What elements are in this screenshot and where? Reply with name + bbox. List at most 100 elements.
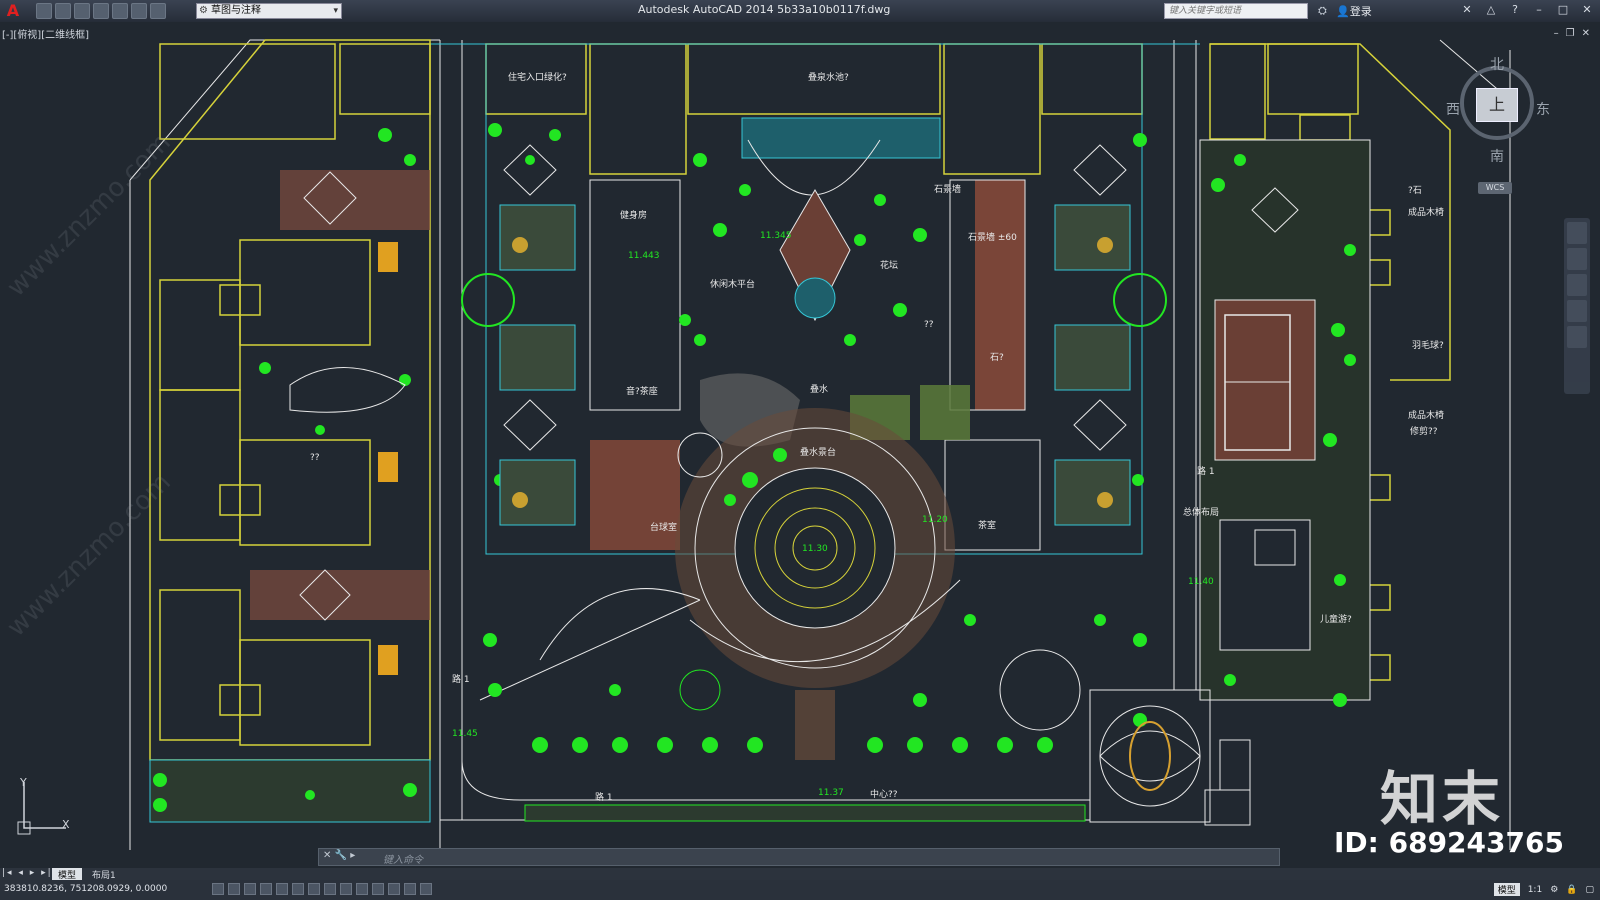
playground [1219, 519, 1311, 651]
selection-cycling-icon[interactable] [420, 883, 432, 895]
a360-icon[interactable]: △ [1484, 3, 1498, 16]
left-lawn [149, 759, 431, 823]
command-line[interactable]: ✕ 🔧 ▸ 键入命令 [318, 848, 1280, 866]
drawing-minimize-button[interactable]: – [1554, 28, 1559, 39]
label-l16: 茶室 [978, 519, 996, 531]
orbit-icon[interactable] [1567, 300, 1587, 322]
viewcube[interactable]: 上 北 南 西 东 [1446, 54, 1550, 165]
exchange-icon[interactable]: ✕ [1460, 3, 1474, 16]
label-l7: 石景墙 ±60 [968, 231, 1017, 243]
label-l17: 11.20 [922, 515, 948, 525]
viewport-label[interactable]: [-][俯视][二维线框] [2, 26, 89, 41]
grid-icon[interactable] [244, 883, 256, 895]
badminton-court-paving [1214, 299, 1316, 461]
south-hedge [524, 804, 1086, 822]
search-input[interactable]: 键入关键字或短语 [1164, 3, 1308, 19]
transparency-icon[interactable] [388, 883, 400, 895]
chevron-down-icon: ▾ [333, 6, 338, 16]
maximize-button[interactable]: □ [1556, 3, 1570, 16]
workspace-select[interactable]: ⚙ 草图与注释 ▾ [196, 3, 342, 19]
status-right: 模型 1:1 ⚙ 🔒 ▢ [1493, 883, 1594, 896]
label-l19: 11.40 [1188, 577, 1214, 587]
gear-icon: ⚙ [199, 5, 208, 16]
minimize-button[interactable]: – [1532, 3, 1546, 16]
water-feature [741, 117, 941, 159]
drawing-restore-button[interactable]: ❐ [1566, 28, 1575, 39]
snap-icon[interactable] [228, 883, 240, 895]
compass-south[interactable]: 南 [1490, 146, 1504, 166]
viewcube-top-face[interactable]: 上 [1476, 88, 1518, 122]
lineweight-icon[interactable] [372, 883, 384, 895]
label-l11: 音?茶座 [626, 385, 658, 397]
wcs-menu[interactable]: WCS [1478, 182, 1512, 194]
label-l9: 休闲木平台 [710, 278, 755, 290]
label-l24: ?石 [1408, 186, 1422, 196]
ucs-y-label: Y [19, 776, 27, 789]
undo-icon[interactable] [131, 3, 147, 19]
billiard-room [590, 440, 680, 550]
redo-icon[interactable] [150, 3, 166, 19]
label-l13: 叠水 [810, 383, 828, 395]
command-line-buttons[interactable]: ✕ 🔧 ▸ [323, 850, 355, 861]
ducs-icon[interactable] [340, 883, 352, 895]
label-l3: 健身房 [620, 209, 647, 221]
annotation-scale[interactable]: 1:1 [1528, 885, 1542, 895]
tab-nav-arrows[interactable]: |◂ ◂ ▸ ▸| [2, 868, 53, 878]
drawing-close-button[interactable]: ✕ [1582, 28, 1590, 39]
open-icon[interactable] [55, 3, 71, 19]
label-l18: 路 1 [1197, 465, 1215, 477]
steering-wheel-icon[interactable] [1567, 222, 1587, 244]
save-as-icon[interactable] [93, 3, 109, 19]
south-path [795, 690, 835, 760]
layout-tabs: |◂ ◂ ▸ ▸| 模型 布局1 [0, 868, 1600, 881]
label-l21: 11.45 [452, 729, 478, 739]
command-input[interactable]: 键入命令 [383, 851, 423, 866]
label-l22: 11.37 [818, 788, 844, 798]
3dosnap-icon[interactable] [308, 883, 320, 895]
close-button[interactable]: ✕ [1580, 3, 1594, 16]
cursor-coordinates: 383810.8236, 751208.0929, 0.0000 [4, 884, 168, 894]
drawing-window-controls: – ❐ ✕ [1554, 28, 1590, 39]
binoculars-icon[interactable]: ⛭ [1318, 4, 1327, 18]
osnap-icon[interactable] [292, 883, 304, 895]
title-bar: A ⚙ 草图与注释 ▾ Autodesk AutoCAD 2014 5b33a1… [0, 0, 1600, 22]
label-l25: 成品木椅 [1408, 206, 1444, 218]
label-l26: 羽毛球? [1412, 339, 1444, 351]
clean-screen-icon[interactable]: ▢ [1585, 885, 1594, 895]
label-l32: 台球室 [650, 521, 677, 533]
lock-icon[interactable]: 🔒 [1566, 885, 1577, 895]
workspace-switch-icon[interactable]: ⚙ [1550, 885, 1558, 895]
drafting-toggles [212, 883, 432, 895]
polar-icon[interactable] [276, 883, 288, 895]
compass-west[interactable]: 西 [1446, 99, 1460, 119]
label-l2: 叠泉水池? [808, 71, 849, 83]
label-l20: 路 1 [452, 673, 470, 685]
label-l8: 花坛 [880, 259, 898, 271]
pan-icon[interactable] [1567, 248, 1587, 270]
login-button[interactable]: 👤登录 [1336, 3, 1372, 19]
dyn-icon[interactable] [356, 883, 368, 895]
infer-constraints-icon[interactable] [212, 883, 224, 895]
new-icon[interactable] [36, 3, 52, 19]
showmotion-icon[interactable] [1567, 326, 1587, 348]
label-l29: 总体布局 [1183, 506, 1219, 518]
drawing-canvas[interactable]: 住宅入口绿化? 叠泉水池? 健身房 11.443 11.345 石景墙 石景墙 … [0, 22, 1600, 867]
save-icon[interactable] [74, 3, 90, 19]
ortho-icon[interactable] [260, 883, 272, 895]
status-bar: 383810.8236, 751208.0929, 0.0000 模型 1:1 … [0, 880, 1600, 900]
label-l4: 11.443 [628, 251, 660, 261]
model-space-toggle[interactable]: 模型 [1493, 883, 1520, 896]
app-title: Autodesk AutoCAD 2014 5b33a10b0117f.dwg [638, 3, 891, 16]
ucs-icon: Y X [17, 776, 70, 835]
help-icon[interactable]: ? [1508, 3, 1522, 16]
compass-north[interactable]: 北 [1490, 54, 1504, 74]
autocad-logo-icon[interactable]: A [4, 2, 22, 20]
print-icon[interactable] [112, 3, 128, 19]
label-l30: 儿童游? [1320, 613, 1352, 625]
otrack-icon[interactable] [324, 883, 336, 895]
compass-east[interactable]: 东 [1536, 99, 1550, 119]
label-l15: 叠水景台 [800, 446, 836, 458]
label-l10: ?? [924, 320, 934, 330]
zoom-icon[interactable] [1567, 274, 1587, 296]
quick-properties-icon[interactable] [404, 883, 416, 895]
